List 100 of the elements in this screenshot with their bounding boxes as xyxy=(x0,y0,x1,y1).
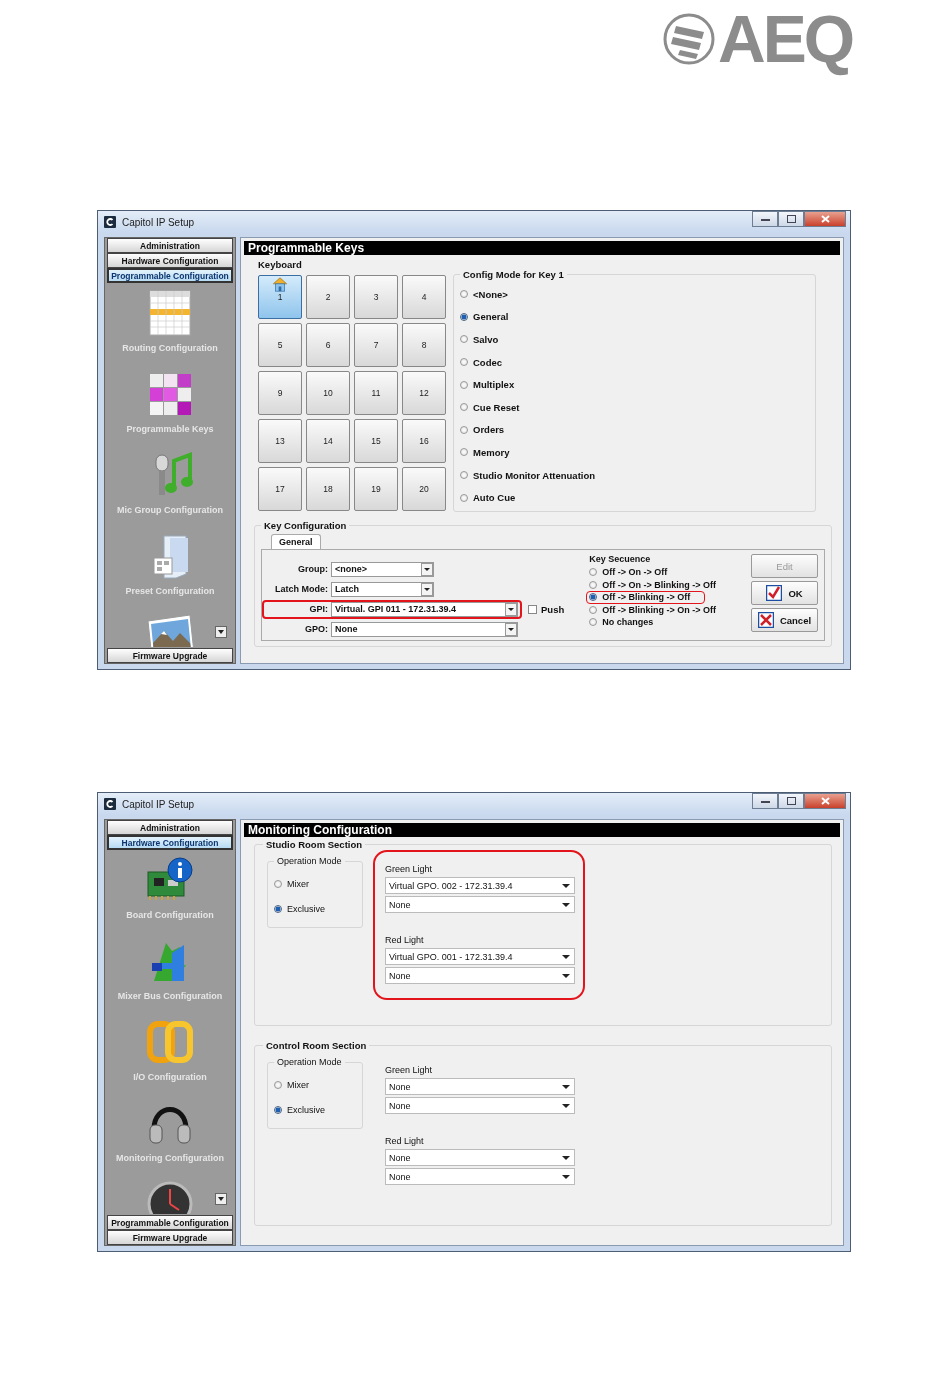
field-label: Green Light xyxy=(385,1065,434,1075)
close-icon xyxy=(820,797,830,805)
key-button[interactable]: 5 xyxy=(258,323,302,367)
radio-button[interactable]: Off -> On -> Blinking -> Off xyxy=(589,579,717,590)
section-label: Keyboard xyxy=(258,259,303,270)
radio-button[interactable]: Off -> Blinking -> On -> Off xyxy=(589,604,717,615)
radio-button[interactable]: Orders xyxy=(460,418,505,442)
group-title: Control Room Section xyxy=(265,1040,368,1051)
key-button[interactable]: 17 xyxy=(258,467,302,511)
window-title: Capitol IP Setup xyxy=(122,216,196,228)
dropdown[interactable]: None xyxy=(385,1168,575,1185)
table-icon xyxy=(146,289,194,337)
maximize-icon xyxy=(786,215,796,223)
key-button[interactable]: 12 xyxy=(402,371,446,415)
nav-button[interactable]: Programmable Configuration xyxy=(107,268,233,283)
field-label: Green Light xyxy=(385,864,434,874)
nav-button[interactable]: Administration xyxy=(107,820,233,835)
field-label: Group: xyxy=(297,564,328,574)
radio-button[interactable]: Codec xyxy=(460,350,503,374)
key-button[interactable]: 20 xyxy=(402,467,446,511)
dropdown[interactable]: None xyxy=(385,967,575,984)
nav-button[interactable]: Hardware Configuration xyxy=(107,835,233,850)
logo-icon xyxy=(661,12,716,66)
key-button[interactable]: 19 xyxy=(354,467,398,511)
radio-button[interactable]: Auto Cue xyxy=(460,486,516,509)
group-title: Studio Room Section xyxy=(265,839,364,850)
radio-button[interactable]: Exclusive xyxy=(274,896,325,921)
dropdown[interactable]: None xyxy=(385,1078,575,1095)
dropdown[interactable]: Virtual. GPI 011 - 172.31.39.4 xyxy=(331,601,518,617)
key-button[interactable]: 18 xyxy=(306,467,350,511)
caret-icon xyxy=(421,562,433,576)
dropdown[interactable]: <none> xyxy=(331,561,434,577)
key-button[interactable]: 11 xyxy=(354,371,398,415)
group-title: Key Secuence xyxy=(589,554,652,564)
radio-button[interactable]: Salvo xyxy=(460,328,499,351)
dropdown[interactable]: None xyxy=(385,1097,575,1114)
clock-icon xyxy=(146,1180,194,1214)
maximize-button[interactable] xyxy=(778,793,804,809)
group-title: Operation Mode xyxy=(276,1057,343,1067)
key-button[interactable]: 4 xyxy=(402,275,446,319)
scroll-down-button[interactable] xyxy=(215,626,227,638)
tab[interactable]: General xyxy=(271,534,321,549)
radio-button[interactable]: Exclusive xyxy=(274,1097,325,1122)
key-button[interactable]: 1 xyxy=(258,275,302,319)
panel-title: Monitoring Configuration xyxy=(244,823,840,837)
radio-button[interactable]: Cue Reset xyxy=(460,395,520,419)
caret-icon xyxy=(505,602,517,616)
caret-icon xyxy=(218,1197,224,1201)
key-button[interactable]: 15 xyxy=(354,419,398,463)
radio-button[interactable]: Memory xyxy=(460,441,510,464)
dropdown[interactable]: None xyxy=(331,621,518,637)
action-button[interactable]: OK xyxy=(751,581,818,605)
caret-icon xyxy=(505,622,517,636)
key-button[interactable]: 13 xyxy=(258,419,302,463)
maximize-button[interactable] xyxy=(778,211,804,227)
caret-icon xyxy=(218,630,224,634)
radio-button[interactable]: Off -> On -> Off xyxy=(589,567,668,578)
field-label: Latch Mode: xyxy=(274,584,328,594)
checkbox[interactable]: Push xyxy=(528,603,565,615)
nav-button[interactable]: Firmware Upgrade xyxy=(107,1230,233,1245)
radio-button[interactable]: General xyxy=(460,305,509,329)
nav-button[interactable]: Hardware Configuration xyxy=(107,253,233,268)
key-button[interactable]: 8 xyxy=(402,323,446,367)
dropdown[interactable]: None xyxy=(385,1149,575,1166)
radio-button[interactable]: No changes xyxy=(589,617,654,628)
key-button[interactable]: 2 xyxy=(306,275,350,319)
radio-button[interactable]: Mixer xyxy=(274,1072,309,1097)
radio-button[interactable]: Studio Monitor Attenuation xyxy=(460,463,596,487)
field-label: Red Light xyxy=(385,1136,425,1146)
nav-button[interactable]: Programmable Configuration xyxy=(107,1215,233,1230)
key-button[interactable]: 9 xyxy=(258,371,302,415)
nav-button[interactable]: Firmware Upgrade xyxy=(107,648,233,663)
cross-icon xyxy=(757,612,774,628)
close-button[interactable] xyxy=(804,793,846,809)
close-button[interactable] xyxy=(804,211,846,227)
app-icon xyxy=(104,798,116,810)
key-button[interactable]: 14 xyxy=(306,419,350,463)
key-button[interactable]: 6 xyxy=(306,323,350,367)
key-button[interactable]: 16 xyxy=(402,419,446,463)
app-icon xyxy=(104,216,116,228)
group-title: Key Configuration xyxy=(263,520,348,531)
scroll-down-button[interactable] xyxy=(215,1193,227,1205)
action-button[interactable]: Cancel xyxy=(751,608,818,632)
radio-button[interactable]: Mixer xyxy=(274,871,309,896)
key-button[interactable]: 7 xyxy=(354,323,398,367)
dropdown[interactable]: None xyxy=(385,896,575,913)
minimize-button[interactable] xyxy=(752,211,778,227)
group-title: Operation Mode xyxy=(276,856,343,866)
minimize-button[interactable] xyxy=(752,793,778,809)
dropdown[interactable]: Virtual GPO. 001 - 172.31.39.4 xyxy=(385,948,575,965)
dropdown[interactable]: Latch xyxy=(331,581,434,597)
key-button[interactable]: 3 xyxy=(354,275,398,319)
radio-button[interactable]: Multiplex xyxy=(460,373,515,396)
key-button[interactable]: 10 xyxy=(306,371,350,415)
close-icon xyxy=(820,215,830,223)
nav-button[interactable]: Administration xyxy=(107,238,233,253)
radio-button[interactable]: Off -> Blinking -> Off xyxy=(589,592,691,603)
caret-icon xyxy=(421,582,433,596)
radio-button[interactable]: <None> xyxy=(460,283,508,306)
dropdown[interactable]: Virtual GPO. 002 - 172.31.39.4 xyxy=(385,877,575,894)
